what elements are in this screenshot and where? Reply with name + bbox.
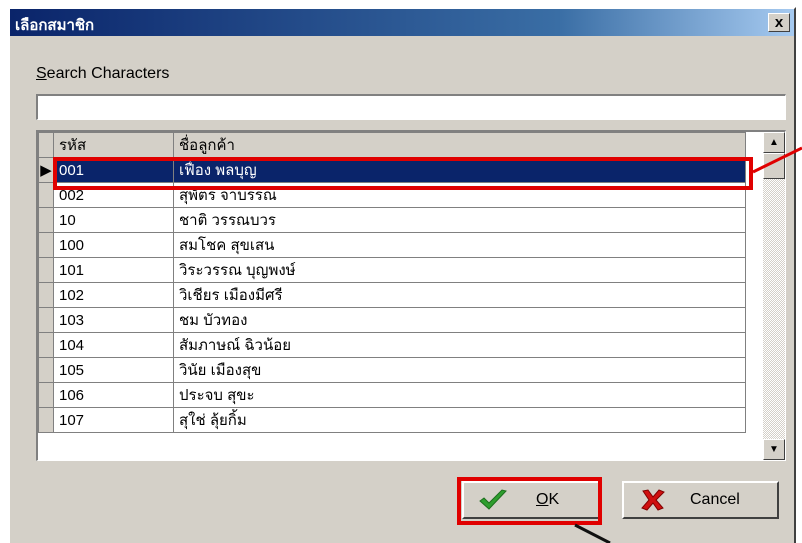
row-callout-line	[752, 146, 802, 174]
callout-arrows	[574, 146, 802, 543]
ok-callout-line	[574, 523, 611, 543]
